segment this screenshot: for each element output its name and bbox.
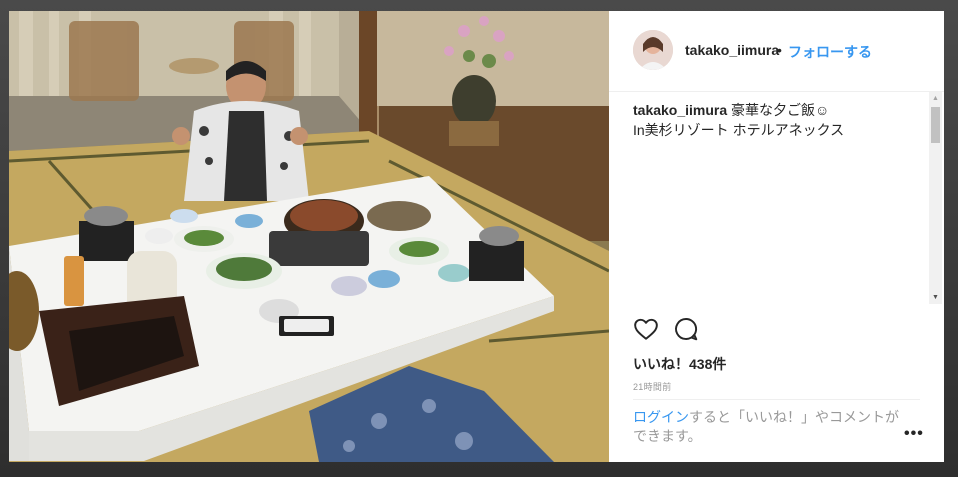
post-photo[interactable] xyxy=(9,11,609,462)
separator-dot: • xyxy=(777,42,782,58)
likes-count[interactable]: いいね！438件 xyxy=(633,354,726,374)
caption-text: 豪華な夕ご飯☺ xyxy=(727,102,830,118)
username-link[interactable]: takako_iimura xyxy=(685,42,779,58)
post-image xyxy=(9,11,609,462)
more-options-button[interactable]: ••• xyxy=(904,425,924,443)
caption-location-text: In美杉リゾート ホテルアネックス xyxy=(633,122,845,138)
comments-area: takako_iimura 豪華な夕ご飯☺ In美杉リゾート ホテルアネックス … xyxy=(609,92,944,304)
post-side-panel: takako_iimura • フォローする takako_iimura 豪華な… xyxy=(609,11,944,462)
post-header: takako_iimura • フォローする xyxy=(609,11,944,92)
login-link[interactable]: ログイン xyxy=(633,409,689,425)
post-caption: takako_iimura 豪華な夕ご飯☺ In美杉リゾート ホテルアネックス xyxy=(633,100,923,140)
caption-username[interactable]: takako_iimura xyxy=(633,102,727,118)
scroll-up-arrow-icon[interactable]: ▲ xyxy=(929,92,942,105)
follow-button[interactable]: フォローする xyxy=(788,42,872,62)
divider xyxy=(633,399,920,400)
post-modal: takako_iimura • フォローする takako_iimura 豪華な… xyxy=(9,11,944,462)
post-timestamp[interactable]: 21時間前 xyxy=(633,380,672,393)
avatar[interactable] xyxy=(633,30,673,70)
scrollbar-thumb[interactable] xyxy=(931,107,940,143)
comments-scrollbar[interactable]: ▲ ▼ xyxy=(929,92,942,304)
comment-icon[interactable] xyxy=(673,316,699,342)
scroll-down-arrow-icon[interactable]: ▼ xyxy=(929,291,942,304)
heart-icon[interactable] xyxy=(633,316,659,342)
login-prompt: ログインすると「いいね！」やコメントができます。 xyxy=(633,408,903,446)
